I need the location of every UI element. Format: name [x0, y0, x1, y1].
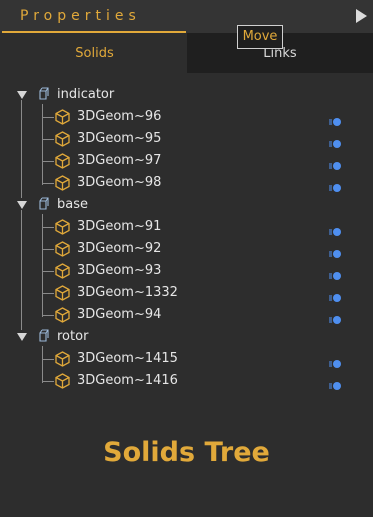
assembly-icon [37, 329, 51, 345]
caret-down-icon[interactable] [17, 91, 27, 99]
visibility-dot-icon[interactable] [329, 112, 342, 126]
cube-icon [55, 153, 70, 169]
assembly-icon [37, 87, 51, 103]
tree-child-line [42, 214, 43, 317]
visibility-dot-icon[interactable] [329, 288, 342, 302]
tree-branch-line [42, 359, 54, 360]
tree-item[interactable]: 3DGeom~92 [0, 238, 373, 260]
tree-branch-line [42, 293, 54, 294]
move-tooltip: Move [237, 25, 283, 49]
tree-branch-line [42, 315, 54, 316]
tree-branch-line [42, 249, 54, 250]
caret-down-icon[interactable] [17, 201, 27, 209]
tree-branch-line [42, 227, 54, 228]
visibility-dot-icon[interactable] [329, 244, 342, 258]
tree-item-label[interactable]: 3DGeom~91 [77, 218, 161, 236]
tree-item-label[interactable]: 3DGeom~97 [77, 152, 161, 170]
tree-item-label[interactable]: 3DGeom~94 [77, 306, 161, 324]
visibility-dot-icon[interactable] [329, 156, 342, 170]
cube-icon [55, 131, 70, 147]
cube-icon [55, 285, 70, 301]
visibility-dot-icon[interactable] [329, 310, 342, 324]
tree-group-label: indicator [57, 87, 115, 102]
tree-connector-line [21, 100, 22, 198]
tree-branch-line [42, 161, 54, 162]
tree-item-label[interactable]: 3DGeom~1415 [77, 350, 178, 368]
cube-icon [55, 351, 70, 367]
tree-item[interactable]: 3DGeom~98 [0, 172, 373, 194]
tree-item[interactable]: 3DGeom~93 [0, 260, 373, 282]
cube-icon [55, 373, 70, 389]
tree-item-label[interactable]: 3DGeom~1416 [77, 372, 178, 390]
cube-icon [55, 109, 70, 125]
tree-child-line [42, 104, 43, 185]
tree-branch-line [42, 139, 54, 140]
tree-item-label[interactable]: 3DGeom~1332 [77, 284, 178, 302]
tab-bar: Solids Links [0, 33, 373, 73]
tree-item[interactable]: 3DGeom~94 [0, 304, 373, 326]
visibility-dot-icon[interactable] [329, 376, 342, 390]
tree-item[interactable]: 3DGeom~91 [0, 216, 373, 238]
tree-group-indicator[interactable]: indicator [0, 84, 373, 106]
tree-group-rotor[interactable]: rotor [0, 326, 373, 348]
tree-branch-line [42, 271, 54, 272]
tree-branch-line [42, 183, 54, 184]
caret-down-icon[interactable] [17, 333, 27, 341]
tree-connector-line [21, 210, 22, 330]
footer-caption: Solids Tree [103, 437, 270, 468]
tree-item[interactable]: 3DGeom~1415 [0, 348, 373, 370]
tree-branch-line [42, 381, 54, 382]
tree-item-label[interactable]: 3DGeom~92 [77, 240, 161, 258]
visibility-dot-icon[interactable] [329, 354, 342, 368]
cube-icon [55, 219, 70, 235]
tree-child-line [42, 346, 43, 383]
tree-branch-line [42, 117, 54, 118]
panel-header: Properties [0, 0, 373, 33]
cube-icon [55, 241, 70, 257]
tree-item-label[interactable]: 3DGeom~93 [77, 262, 161, 280]
cube-icon [55, 307, 70, 323]
visibility-dot-icon[interactable] [329, 222, 342, 236]
tree-item[interactable]: 3DGeom~1416 [0, 370, 373, 392]
tree-group-base[interactable]: base [0, 194, 373, 216]
tree-item[interactable]: 3DGeom~1332 [0, 282, 373, 304]
tree-item[interactable]: 3DGeom~95 [0, 128, 373, 150]
tree-item[interactable]: 3DGeom~96 [0, 106, 373, 128]
visibility-dot-icon[interactable] [329, 178, 342, 192]
tree-item-label[interactable]: 3DGeom~98 [77, 174, 161, 192]
tab-solids[interactable]: Solids [2, 33, 187, 73]
visibility-dot-icon[interactable] [329, 134, 342, 148]
tree-group-label: base [57, 197, 88, 212]
tree-item[interactable]: 3DGeom~97 [0, 150, 373, 172]
assembly-icon [37, 197, 51, 213]
tree-item-label[interactable]: 3DGeom~96 [77, 108, 161, 126]
tree-group-label: rotor [57, 329, 89, 344]
cube-icon [55, 263, 70, 279]
panel-title: Properties [20, 8, 141, 24]
tree-item-label[interactable]: 3DGeom~95 [77, 130, 161, 148]
visibility-dot-icon[interactable] [329, 266, 342, 280]
cube-icon [55, 175, 70, 191]
play-icon[interactable] [356, 9, 367, 23]
